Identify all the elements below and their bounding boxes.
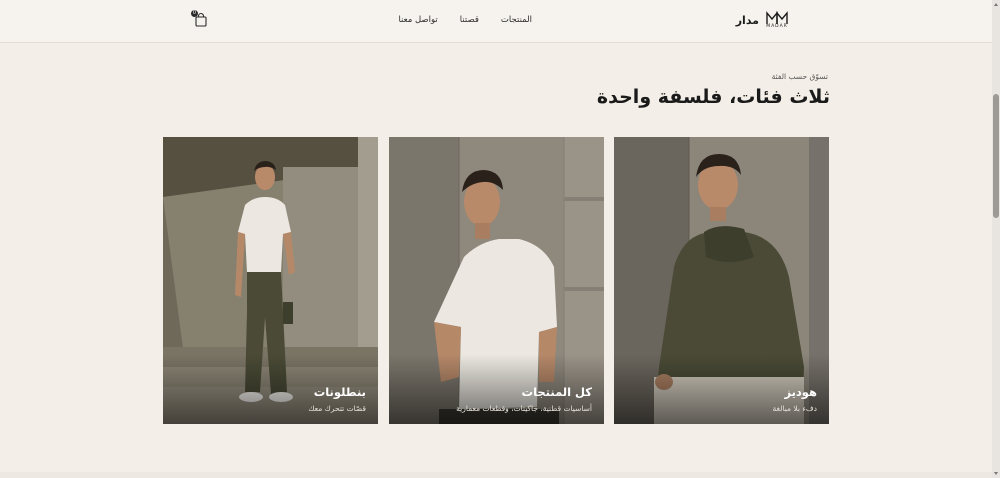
cart-button[interactable]: 0 [191, 10, 209, 28]
nav-link-contact[interactable]: تواصل معنا [398, 15, 437, 25]
madar-logo: MADAR [765, 11, 789, 29]
brand-name: مدار [735, 13, 759, 27]
nav-link-our-story[interactable]: قصتنا [460, 15, 479, 25]
scrollbar-thumb[interactable] [993, 94, 999, 218]
category-title: بنطلونات [313, 385, 366, 399]
madar-logo-mark [766, 11, 788, 24]
category-title: كل المنتجات [521, 385, 592, 399]
scroll-up-arrow-icon[interactable] [994, 3, 998, 6]
category-subtitle: قصّات تتحرك معك [308, 404, 366, 413]
category-card-all-products[interactable]: كل المنتجات أساسيات قطنية، جاكيتات، وقطع… [389, 137, 604, 424]
brand[interactable]: MADAR مدار [736, 11, 789, 29]
page-scrollbar[interactable] [992, 0, 1000, 478]
category-card-hoodies[interactable]: هوديز دفء بلا مبالغة [614, 137, 829, 424]
section-title: ثلاث فئات، فلسفة واحدة [596, 86, 830, 108]
category-title: هوديز [784, 385, 817, 399]
cart-count-badge: 0 [191, 10, 198, 17]
category-card-pants[interactable]: بنطلونات قصّات تتحرك معك [163, 137, 378, 424]
category-subtitle: أساسيات قطنية، جاكيتات، وقطعات معمارية [456, 404, 592, 413]
category-subtitle: دفء بلا مبالغة [772, 404, 817, 413]
section-eyebrow: تسوّق حسب الفئة [771, 72, 828, 81]
scroll-down-arrow-icon[interactable] [994, 472, 998, 475]
main-nav: المنتجات قصتنا تواصل معنا [398, 15, 532, 25]
top-navigation-bar: MADAR مدار المنتجات قصتنا تواصل معنا 0 [0, 0, 992, 43]
nav-link-products[interactable]: المنتجات [501, 15, 532, 25]
next-section-edge [0, 472, 992, 478]
logo-caption: MADAR [766, 24, 788, 29]
